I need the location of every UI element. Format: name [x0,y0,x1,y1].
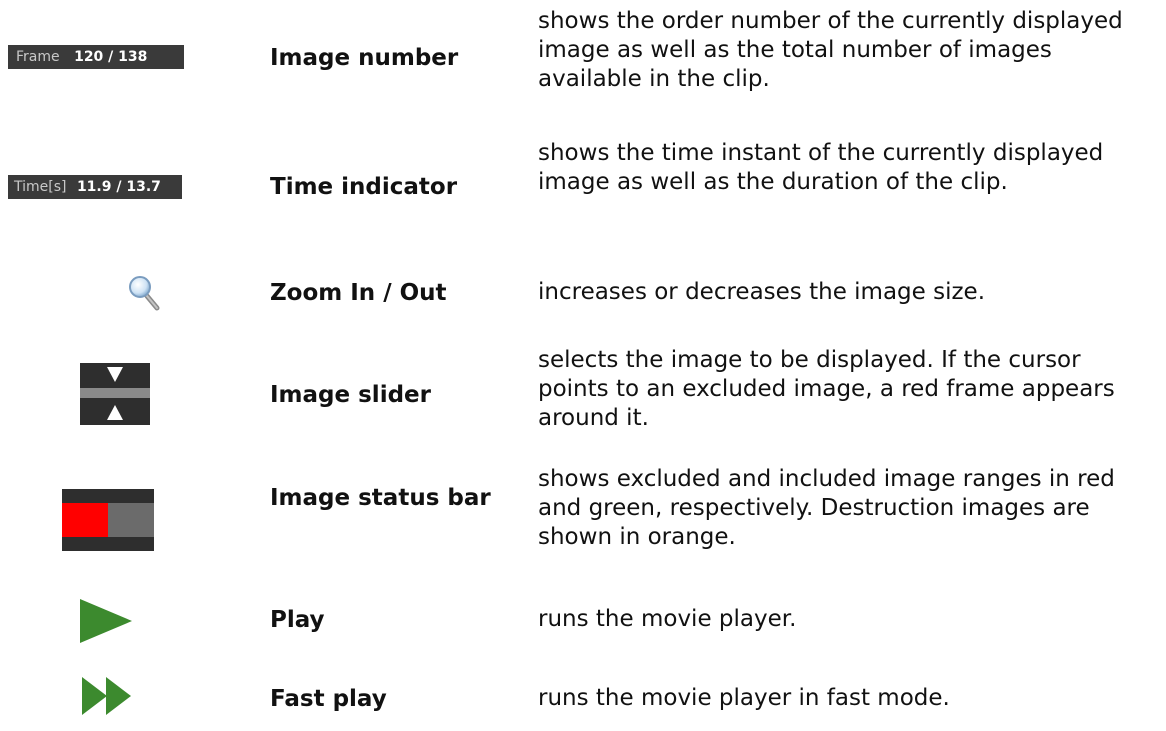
term-image-status-bar: Image status bar [270,485,491,511]
term-fast-play: Fast play [270,686,387,712]
play-icon[interactable] [80,597,132,645]
term-zoom: Zoom In / Out [270,280,447,306]
term-image-slider: Image slider [270,382,431,408]
time-counter: Time[s] 11.9 / 13.7 [8,175,182,199]
term-play: Play [270,607,325,633]
term-image-number: Image number [270,45,459,71]
desc-time-indicator: shows the time instant of the currently … [538,140,1104,195]
slider-down-arrow-icon [107,367,123,420]
status-excluded-segment [62,503,108,537]
frame-counter-value: 120 / 138 [74,49,148,65]
term-time-indicator: Time indicator [270,174,458,200]
time-counter-value: 11.9 / 13.7 [76,179,161,195]
slider-widget[interactable] [80,363,150,425]
time-counter-label: Time[s] [14,179,67,195]
fast-play-icon[interactable] [82,676,132,716]
desc-image-slider: selects the image to be displayed. If th… [538,347,1115,431]
status-bar-widget[interactable] [62,489,154,551]
desc-fast-play: runs the movie player in fast mode. [538,685,950,711]
status-included-segment [108,503,154,537]
desc-zoom: increases or decreases the image size. [538,279,986,305]
desc-image-number: shows the order number of the currently … [538,8,1123,92]
desc-image-status-bar: shows excluded and included image ranges… [538,466,1115,550]
frame-counter-label: Frame [16,49,60,65]
desc-play: runs the movie player. [538,606,797,632]
frame-counter: Frame 120 / 138 [8,45,184,69]
magnifier-icon[interactable] [128,274,162,312]
